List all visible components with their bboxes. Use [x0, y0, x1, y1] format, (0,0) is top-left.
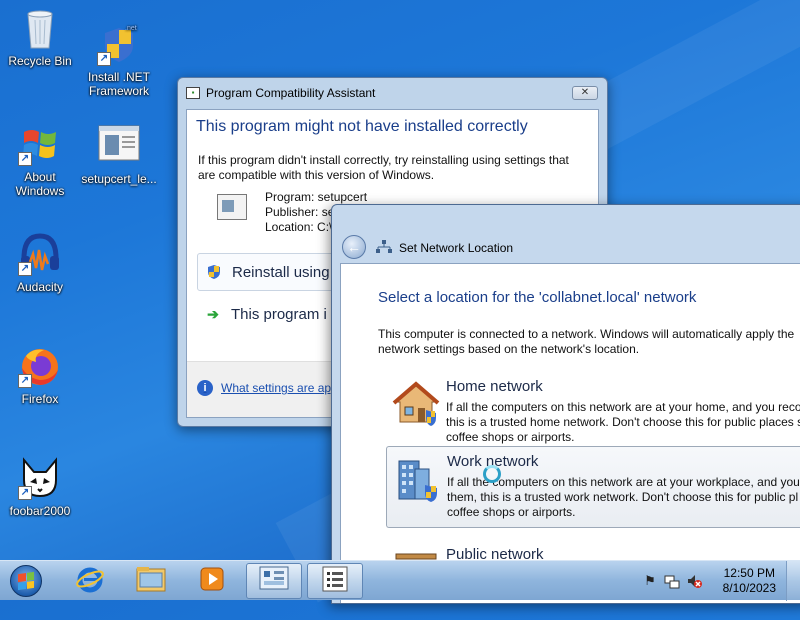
- work-network-option[interactable]: Work network If all the computers on thi…: [386, 446, 800, 528]
- program-icon: [217, 194, 247, 220]
- desktop-icon-setupcert[interactable]: setupcert_le...: [81, 124, 157, 186]
- desktop-icon-label: About Windows: [15, 170, 65, 198]
- option-description-line: coffee shops or airports.: [447, 505, 576, 519]
- option-description-line: this is a trusted home network. Don't ch…: [446, 415, 800, 429]
- system-tray: ⚑ 12:50 PM 8/10/2023: [630, 561, 800, 601]
- window-titlebar[interactable]: ▪ Program Compatibility Assistant: [178, 78, 607, 108]
- media-player-icon: [198, 565, 226, 598]
- desktop-icon-foobar2000[interactable]: ↗ foobar2000: [2, 456, 78, 518]
- installed-correctly-label: This program i: [231, 305, 327, 323]
- start-button[interactable]: [4, 563, 48, 599]
- option-description: If all the computers on this network are…: [446, 400, 800, 445]
- desktop-icon-label: Recycle Bin: [8, 54, 72, 68]
- clock-time: 12:50 PM: [723, 566, 775, 580]
- description-line: network settings based on the network's …: [378, 342, 640, 356]
- network-status-icon[interactable]: [664, 573, 680, 589]
- network-icon: [376, 240, 392, 254]
- close-button[interactable]: ✕: [572, 86, 598, 100]
- file-explorer-icon: [135, 565, 167, 598]
- action-center-flag-icon[interactable]: ⚑: [642, 573, 658, 589]
- desktop-icon-label: Install .NET Framework: [87, 70, 150, 98]
- busy-cursor-icon: [483, 465, 501, 483]
- volume-muted-icon[interactable]: [686, 573, 702, 589]
- network-window-task-icon: [258, 565, 290, 598]
- desktop-icon-about-windows[interactable]: ↗ About Windows: [2, 122, 78, 198]
- compat-assistant-icon: ▪: [186, 87, 200, 99]
- firefox-icon: ↗: [18, 344, 62, 388]
- taskbar-media-player[interactable]: [184, 563, 240, 599]
- desktop-icon-firefox[interactable]: ↗ Firefox: [2, 344, 78, 406]
- house-icon: [392, 380, 440, 428]
- clock-date: 8/10/2023: [722, 581, 776, 595]
- help-link-label: What settings are app: [221, 381, 338, 395]
- option-description-line: If all the computers on this network are…: [446, 400, 800, 414]
- taskbar: ⚑ 12:50 PM 8/10/2023: [0, 560, 800, 601]
- desktop-icon-recycle-bin[interactable]: Recycle Bin: [2, 6, 78, 68]
- description-text: This computer is connected to a network.…: [378, 327, 800, 357]
- network-location-window: ← Set Network Location Select a location…: [331, 204, 800, 604]
- home-network-option[interactable]: Home network If all the computers on thi…: [386, 372, 800, 452]
- desktop-icon-audacity[interactable]: ↗ Audacity: [2, 232, 78, 294]
- windows-logo-icon: [10, 565, 42, 597]
- option-description: If all the computers on this network are…: [447, 475, 800, 520]
- taskbar-compat-assistant[interactable]: [307, 563, 363, 599]
- audacity-headphones-icon: ↗: [18, 232, 62, 276]
- shortcut-arrow-icon: ↗: [18, 374, 32, 388]
- internet-explorer-icon: [75, 564, 105, 599]
- program-name: Program: setupcert: [265, 190, 368, 204]
- window-title: Program Compatibility Assistant: [206, 86, 376, 100]
- help-link[interactable]: i What settings are app: [197, 380, 338, 396]
- window-title: Set Network Location: [399, 241, 514, 255]
- system-clock[interactable]: 12:50 PM 8/10/2023: [723, 566, 776, 596]
- desktop-icon-label: foobar2000: [9, 504, 71, 518]
- shortcut-arrow-icon: ↗: [97, 52, 111, 66]
- desktop-icon-label: Firefox: [21, 392, 59, 406]
- office-building-icon: [393, 455, 441, 503]
- info-icon: i: [197, 380, 213, 396]
- uac-shield-icon: [206, 264, 222, 280]
- taskbar-network-window[interactable]: [246, 563, 302, 599]
- dotnet-installer-icon: .net ↗: [97, 22, 141, 66]
- option-name: Home network: [446, 378, 543, 395]
- page-title: Select a location for the 'collabnet.loc…: [378, 289, 697, 306]
- taskbar-file-explorer[interactable]: [123, 563, 179, 599]
- desktop-icon-label: Audacity: [16, 280, 64, 294]
- shortcut-arrow-icon: ↗: [18, 152, 32, 166]
- program-window-icon: [97, 124, 141, 168]
- green-arrow-icon: ➔: [207, 306, 219, 322]
- show-desktop-button[interactable]: [786, 561, 800, 601]
- option-description-line: coffee shops or airports.: [446, 430, 575, 444]
- window-content: Select a location for the 'collabnet.loc…: [340, 263, 800, 603]
- shortcut-arrow-icon: ↗: [18, 486, 32, 500]
- windows-logo-icon: ↗: [18, 122, 62, 166]
- description-line: This computer is connected to a network.…: [378, 327, 795, 341]
- description-text: If this program didn't install correctly…: [198, 153, 569, 182]
- option-description-line: them, this is a trusted work network. Do…: [447, 490, 799, 504]
- svg-text:.net: .net: [125, 25, 137, 32]
- shortcut-arrow-icon: ↗: [18, 262, 32, 276]
- desktop-icon-install-dotnet[interactable]: .net ↗ Install .NET Framework: [81, 22, 157, 98]
- compat-assistant-task-icon: [319, 565, 351, 598]
- reinstall-label: Reinstall using r: [232, 263, 339, 281]
- page-title: This program might not have installed co…: [196, 118, 528, 135]
- window-titlebar[interactable]: ← Set Network Location: [332, 205, 800, 261]
- recycle-bin-icon: [18, 6, 62, 50]
- taskbar-internet-explorer[interactable]: [62, 563, 118, 599]
- foobar2000-icon: ↗: [18, 456, 62, 500]
- back-button[interactable]: ←: [342, 235, 366, 259]
- desktop-icon-label: setupcert_le...: [81, 172, 157, 186]
